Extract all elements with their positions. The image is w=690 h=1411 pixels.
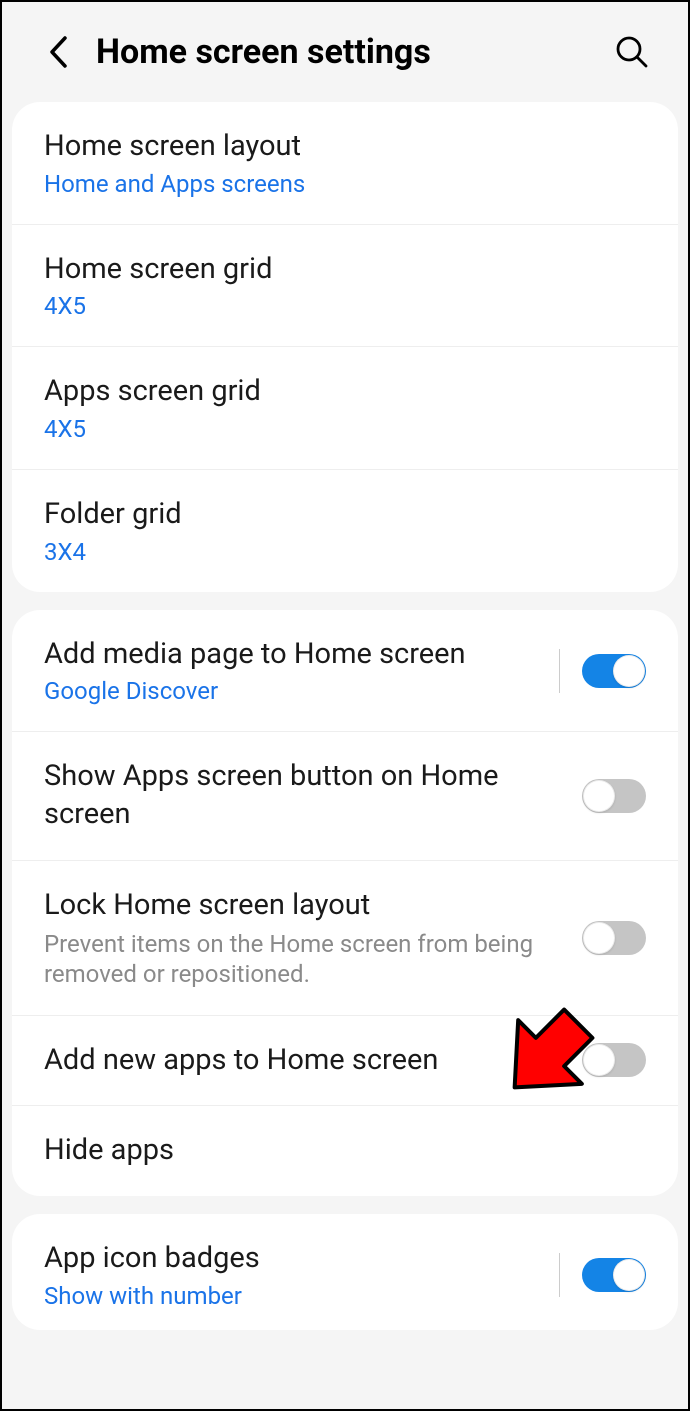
toggle-lock-layout[interactable] <box>582 921 646 955</box>
setting-title: Add media page to Home screen <box>44 636 539 674</box>
row-home-screen-layout[interactable]: Home screen layout Home and Apps screens <box>12 102 678 225</box>
toggle-show-apps-button[interactable] <box>582 779 646 813</box>
setting-title: Folder grid <box>44 496 636 534</box>
row-home-screen-grid[interactable]: Home screen grid 4X5 <box>12 225 678 348</box>
back-button[interactable] <box>38 32 78 72</box>
row-show-apps-button[interactable]: Show Apps screen button on Home screen <box>12 732 678 860</box>
setting-subtitle: Google Discover <box>44 677 539 705</box>
setting-desc: Prevent items on the Home screen from be… <box>44 929 572 989</box>
setting-title: Home screen layout <box>44 128 636 166</box>
row-app-icon-badges[interactable]: App icon badges Show with number <box>12 1214 678 1330</box>
settings-card-options: Add media page to Home screen Google Dis… <box>12 610 678 1196</box>
setting-text: Folder grid 3X4 <box>44 496 646 566</box>
setting-subtitle: Home and Apps screens <box>44 170 636 198</box>
row-apps-screen-grid[interactable]: Apps screen grid 4X5 <box>12 347 678 470</box>
app-header: Home screen settings <box>2 2 688 102</box>
setting-text: Add new apps to Home screen <box>44 1042 582 1080</box>
setting-title: Hide apps <box>44 1132 636 1170</box>
setting-title: Add new apps to Home screen <box>44 1042 572 1080</box>
setting-text: Hide apps <box>44 1132 646 1170</box>
setting-text: Show Apps screen button on Home screen <box>44 758 582 833</box>
setting-title: Show Apps screen button on Home screen <box>44 758 572 833</box>
toggle-add-media-page[interactable] <box>582 654 646 688</box>
settings-card-badges: App icon badges Show with number <box>12 1214 678 1330</box>
setting-text: Lock Home screen layout Prevent items on… <box>44 887 582 989</box>
setting-subtitle: 4X5 <box>44 415 636 443</box>
search-button[interactable] <box>612 32 652 72</box>
row-folder-grid[interactable]: Folder grid 3X4 <box>12 470 678 592</box>
setting-text: Home screen grid 4X5 <box>44 251 646 321</box>
setting-text: Home screen layout Home and Apps screens <box>44 128 646 198</box>
setting-title: Lock Home screen layout <box>44 887 572 925</box>
setting-text: App icon badges Show with number <box>44 1240 549 1310</box>
row-add-new-apps[interactable]: Add new apps to Home screen <box>12 1016 678 1107</box>
search-icon <box>615 35 649 69</box>
toggle-app-icon-badges[interactable] <box>582 1258 646 1292</box>
row-hide-apps[interactable]: Hide apps <box>12 1106 678 1196</box>
toggle-divider <box>559 1253 560 1297</box>
setting-title: Home screen grid <box>44 251 636 289</box>
setting-subtitle: Show with number <box>44 1282 539 1310</box>
setting-title: Apps screen grid <box>44 373 636 411</box>
setting-subtitle: 4X5 <box>44 292 636 320</box>
row-add-media-page[interactable]: Add media page to Home screen Google Dis… <box>12 610 678 733</box>
setting-text: Apps screen grid 4X5 <box>44 373 646 443</box>
toggle-divider <box>559 649 560 693</box>
toggle-add-new-apps[interactable] <box>582 1043 646 1077</box>
chevron-left-icon <box>47 35 69 69</box>
setting-text: Add media page to Home screen Google Dis… <box>44 636 549 706</box>
settings-card-layout: Home screen layout Home and Apps screens… <box>12 102 678 592</box>
page-title: Home screen settings <box>96 32 612 72</box>
setting-subtitle: 3X4 <box>44 538 636 566</box>
row-lock-layout[interactable]: Lock Home screen layout Prevent items on… <box>12 861 678 1016</box>
setting-title: App icon badges <box>44 1240 539 1278</box>
